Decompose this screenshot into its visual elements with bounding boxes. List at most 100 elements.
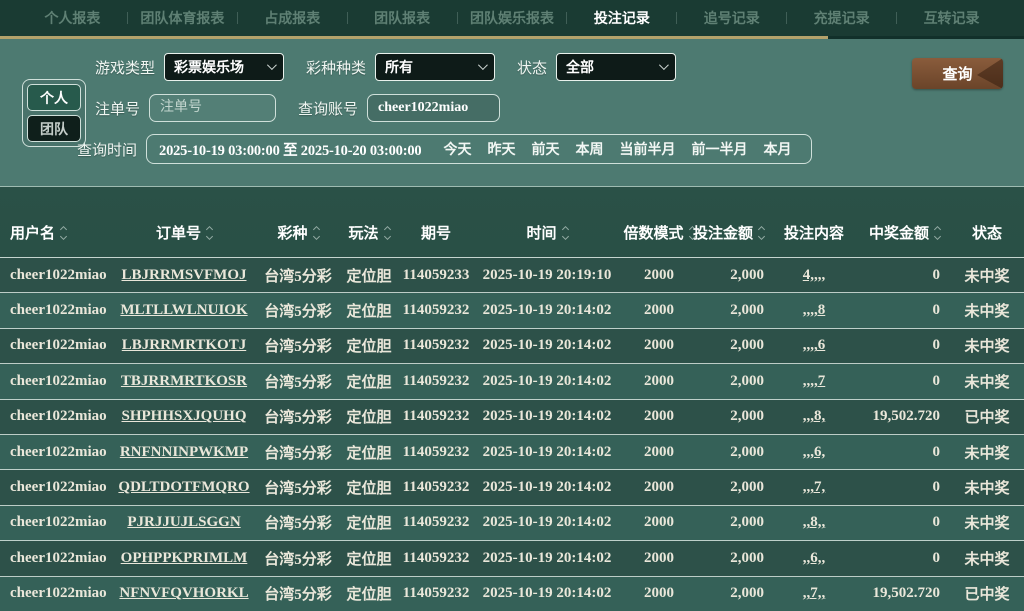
table-cell: 台湾5分彩 — [264, 481, 332, 498]
table-cell: 4,,,, — [774, 267, 854, 284]
order-no-input[interactable] — [149, 94, 277, 122]
nav-item[interactable]: 团队报表 — [348, 8, 457, 28]
table-cell: 2,000 — [730, 585, 764, 602]
lottery-kind-select[interactable]: 所有 — [375, 53, 496, 81]
status-value: 全部 — [566, 59, 595, 75]
order-link[interactable]: MLTLLWLNUIOK — [120, 302, 247, 318]
game-type-select[interactable]: 彩票娱乐场 — [164, 53, 285, 81]
table-cell: 2000 — [644, 479, 674, 496]
sort-icon[interactable] — [933, 225, 942, 240]
order-link[interactable]: NFNVFQVHORKL — [119, 585, 248, 601]
table-cell: ,,,,7 — [774, 373, 854, 390]
bet-content-link[interactable]: ,,7,, — [803, 585, 826, 601]
order-link[interactable]: LBJRRMRTKOTJ — [122, 337, 246, 353]
column-header-label: 中奖金额 — [868, 225, 929, 242]
sort-icon[interactable] — [59, 225, 68, 240]
nav-item[interactable]: 充提记录 — [787, 8, 896, 28]
table-cell: 2,000 — [730, 372, 764, 389]
order-link[interactable]: QDLTDOTFMQRO — [118, 479, 249, 495]
order-no-label: 注单号 — [95, 100, 141, 118]
table-row: cheer1022miao RNFNNINPWKMP 台湾5分彩 定位胆 1140592… — [0, 434, 1024, 471]
bet-content-link[interactable]: ,,8,, — [803, 514, 826, 530]
table-cell: cheer1022miao — [10, 266, 107, 283]
column-header[interactable]: 用户名 — [0, 222, 110, 243]
table-cell: 114059232 — [402, 443, 470, 460]
account-input[interactable] — [367, 94, 501, 122]
nav-item[interactable]: 团队体育报表 — [128, 8, 237, 28]
table-cell: 2000 — [644, 266, 674, 283]
scope-personal-button[interactable]: 个人 — [27, 84, 81, 111]
bet-content-link[interactable]: 4,,,, — [803, 267, 826, 283]
table-cell: 0 — [932, 514, 941, 531]
order-link[interactable]: RNFNNINPWKMP — [120, 444, 248, 460]
nav-item[interactable]: 投注记录 — [567, 8, 676, 28]
table-cell: 未中奖 — [964, 304, 1010, 321]
order-link[interactable]: PJRJJUJLSGGN — [127, 514, 240, 530]
nav-item[interactable]: 团队娱乐报表 — [458, 8, 567, 28]
table-cell: 2,000 — [730, 408, 764, 425]
table-cell: 定位胆 — [346, 339, 392, 356]
table-cell: ,,,7, — [774, 479, 854, 496]
column-header-label: 倍数模式 — [623, 225, 684, 242]
table-cell: 2,000 — [730, 479, 764, 496]
table-cell: 2,000 — [730, 443, 764, 460]
order-link[interactable]: OPHPPKPRIMLM — [121, 550, 248, 566]
bet-content-link[interactable]: ,,,,7 — [803, 373, 826, 389]
column-header[interactable]: 中奖金额 — [854, 222, 950, 243]
bet-content-link[interactable]: ,,,6, — [803, 444, 826, 460]
quick-range-button[interactable]: 本月 — [755, 139, 799, 159]
nav-item[interactable]: 追号记录 — [677, 8, 786, 28]
quick-range-button[interactable]: 前一半月 — [683, 139, 755, 159]
scope-team-button[interactable]: 团队 — [27, 115, 81, 142]
quick-range-button[interactable]: 前天 — [523, 139, 567, 159]
nav-item[interactable]: 占成报表 — [238, 8, 347, 28]
status-select[interactable]: 全部 — [556, 53, 677, 81]
table-cell: 2000 — [644, 443, 674, 460]
bet-content-link[interactable]: ,,,7, — [803, 479, 826, 495]
column-header[interactable]: 彩种 — [258, 222, 338, 243]
bet-records-table: 用户名 订单号 彩种 玩法 期号 时间 倍数模式 投注金额 投注内容 中奖金额 状态 cheer10… — [0, 186, 1024, 611]
quick-range-button[interactable]: 当前半月 — [611, 139, 683, 159]
table-cell: 0 — [932, 372, 941, 389]
table-cell: 定位胆 — [346, 516, 392, 533]
sort-icon[interactable] — [757, 225, 766, 240]
bet-content-link[interactable]: ,,,8, — [803, 408, 826, 424]
nav-item[interactable]: 个人报表 — [18, 8, 127, 28]
column-header[interactable]: 投注金额 — [693, 222, 774, 243]
order-link[interactable]: TBJRRMRTKOSR — [121, 373, 247, 389]
quick-range-button[interactable]: 本周 — [567, 139, 611, 159]
time-range-box[interactable]: 2025-10-19 03:00:00 至 2025-10-20 03:00:0… — [146, 134, 813, 164]
table-cell: 台湾5分彩 — [264, 304, 332, 321]
order-link[interactable]: LBJRRMSVFMOJ — [122, 267, 247, 283]
account-label: 查询账号 — [298, 100, 359, 118]
bet-content-link[interactable]: ,,,,8 — [803, 302, 826, 318]
filter-row-time: 查询时间 2025-10-19 03:00:00 至 2025-10-20 03… — [77, 134, 1024, 164]
table-cell: 定位胆 — [346, 304, 392, 321]
column-header[interactable]: 订单号 — [110, 222, 258, 243]
column-header-label: 玩法 — [348, 225, 379, 242]
filter-row-selects: 游戏类型 彩票娱乐场 彩种种类 所有 状态 全部 — [95, 53, 1024, 81]
table-cell: 定位胆 — [346, 374, 392, 391]
table-cell: 已中奖 — [964, 410, 1010, 427]
sort-icon[interactable] — [383, 225, 391, 240]
query-button[interactable]: 查询 — [912, 58, 1003, 89]
sort-icon[interactable] — [205, 225, 214, 240]
bet-content-link[interactable]: ,,6,, — [803, 550, 826, 566]
column-header[interactable]: 玩法 — [338, 222, 400, 243]
column-header[interactable]: 时间 — [472, 222, 622, 243]
nav-item[interactable]: 互转记录 — [897, 8, 1006, 28]
bet-content-link[interactable]: ,,,,6 — [803, 337, 826, 353]
table-cell: 2025-10-19 20:14:02 — [482, 479, 612, 496]
table-cell: 0 — [932, 266, 941, 283]
table-cell: cheer1022miao — [10, 337, 107, 354]
sort-icon[interactable] — [312, 225, 320, 240]
table-cell: ,,8,, — [774, 514, 854, 531]
quick-range-button[interactable]: 今天 — [435, 139, 479, 159]
table-row: cheer1022miao LBJRRMSVFMOJ 台湾5分彩 定位胆 1140592… — [0, 258, 1024, 294]
table-cell: 未中奖 — [964, 268, 1010, 285]
column-header[interactable]: 倍数模式 — [622, 222, 696, 243]
sort-icon[interactable] — [561, 225, 569, 240]
game-type-label: 游戏类型 — [95, 59, 156, 77]
quick-range-button[interactable]: 昨天 — [479, 139, 523, 159]
order-link[interactable]: SHPHHSXJQUHQ — [121, 408, 246, 424]
